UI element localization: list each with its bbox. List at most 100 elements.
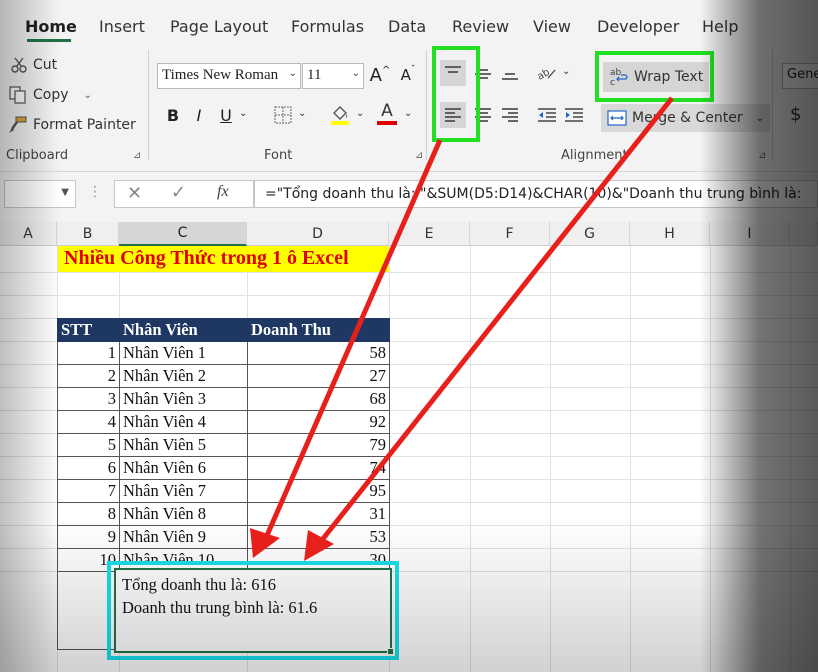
cell-doanh-thu[interactable]: 92 (247, 410, 390, 434)
chevron-down-icon[interactable]: ⌄ (356, 108, 364, 119)
tab-home[interactable]: Home (25, 17, 77, 36)
underline-button[interactable]: U (213, 102, 239, 128)
chevron-down-icon[interactable]: ⌄ (562, 66, 570, 77)
copy-button[interactable]: Copy ⌄ (8, 86, 92, 104)
data-table: STT Nhân Viên Doanh Thu 1 Nhân Viên 1 58 2… (57, 318, 390, 572)
number-format-value: Gene (787, 67, 818, 82)
cell-nhan-vien[interactable]: Nhân Viên 3 (119, 387, 248, 411)
chevron-down-icon[interactable]: ⌄ (239, 108, 247, 119)
merge-cells-icon (607, 110, 627, 126)
font-color-button[interactable]: A (374, 100, 400, 126)
align-right-button[interactable] (497, 102, 523, 128)
cell-doanh-thu[interactable]: 27 (247, 364, 390, 388)
dialog-launcher-icon[interactable]: ⊿ (415, 150, 423, 161)
chevron-down-icon[interactable]: ⌄ (298, 108, 306, 119)
column-header-g[interactable]: G (550, 222, 630, 246)
format-painter-button[interactable]: Format Painter (8, 116, 136, 134)
cell-stt[interactable]: 5 (57, 433, 120, 457)
cell-doanh-thu[interactable]: 74 (247, 456, 390, 480)
increase-font-size-button[interactable]: A ^ (367, 62, 393, 88)
cell-nhan-vien[interactable]: Nhân Viên 5 (119, 433, 248, 457)
bottom-align-button[interactable] (497, 60, 523, 86)
name-box[interactable]: ▼ (4, 180, 76, 208)
font-increase-icon: A (369, 64, 382, 86)
header-doanh-thu[interactable]: Doanh Thu (247, 318, 390, 342)
cell-nhan-vien[interactable]: Nhân Viên 2 (119, 364, 248, 388)
fill-color-button[interactable] (327, 102, 353, 128)
tab-developer[interactable]: Developer (597, 17, 679, 36)
cell-stt[interactable]: 7 (57, 479, 120, 503)
header-nhan-vien[interactable]: Nhân Viên (119, 318, 248, 342)
chevron-down-icon: ⌄ (288, 68, 297, 79)
font-color-icon: A (381, 101, 393, 121)
sheet-title[interactable]: Nhiều Công Thức trong 1 ô Excel (58, 246, 389, 272)
chevron-down-icon[interactable]: ⌄ (404, 108, 412, 119)
cell-stt[interactable]: 3 (57, 387, 120, 411)
cell-stt[interactable]: 4 (57, 410, 120, 434)
chevron-down-icon[interactable]: ⌄ (84, 90, 92, 101)
decrease-font-size-button[interactable]: Aˇ (395, 62, 421, 88)
cell-nhan-vien[interactable]: Nhân Viên 8 (119, 502, 248, 526)
column-header-d[interactable]: D (247, 222, 389, 246)
cell-nhan-vien[interactable]: Nhân Viên 4 (119, 410, 248, 434)
cell-stt[interactable]: 1 (57, 341, 120, 365)
copy-label: Copy (33, 87, 69, 103)
borders-button[interactable] (270, 102, 296, 128)
column-header-e[interactable]: E (389, 222, 470, 246)
underline-icon: U (220, 105, 232, 125)
tab-review[interactable]: Review (452, 17, 509, 36)
increase-indent-button[interactable] (561, 102, 587, 128)
insert-function-button[interactable]: fx (217, 183, 229, 201)
column-header-b[interactable]: B (57, 222, 119, 246)
column-header-next[interactable] (790, 222, 818, 246)
italic-button[interactable]: I (186, 102, 212, 128)
column-header-c[interactable]: C (119, 222, 247, 246)
confirm-icon[interactable]: ✓ (171, 182, 186, 203)
column-header-f[interactable]: F (470, 222, 550, 246)
font-size-select[interactable]: 11 ⌄ (302, 63, 364, 89)
cell-doanh-thu[interactable]: 79 (247, 433, 390, 457)
tab-formulas[interactable]: Formulas (291, 17, 364, 36)
tab-page-layout[interactable]: Page Layout (170, 17, 268, 36)
cell-doanh-thu[interactable]: 53 (247, 525, 390, 549)
cell-doanh-thu[interactable]: 68 (247, 387, 390, 411)
header-stt[interactable]: STT (57, 318, 120, 342)
cell-stt[interactable]: 8 (57, 502, 120, 526)
font-name-select[interactable]: Times New Roman ⌄ (157, 63, 301, 89)
increase-indent-icon (564, 107, 584, 123)
cell-nhan-vien[interactable]: Nhân Viên 1 (119, 341, 248, 365)
cell-nhan-vien[interactable]: Nhân Viên 9 (119, 525, 248, 549)
orientation-button[interactable]: ab (534, 60, 560, 86)
cell-stt[interactable]: 9 (57, 525, 120, 549)
accounting-format-button[interactable]: $ (790, 104, 801, 125)
decrease-indent-button[interactable] (534, 102, 560, 128)
cell-stt[interactable]: 6 (57, 456, 120, 480)
cell-stt[interactable]: 2 (57, 364, 120, 388)
cell-nhan-vien[interactable]: Nhân Viên 6 (119, 456, 248, 480)
cell-doanh-thu[interactable]: 58 (247, 341, 390, 365)
tab-data[interactable]: Data (388, 17, 426, 36)
dialog-launcher-icon[interactable]: ⊿ (133, 150, 141, 161)
number-format-select[interactable]: Gene (782, 63, 818, 89)
column-header-i[interactable]: I (710, 222, 790, 246)
align-right-icon (501, 107, 519, 123)
chevron-down-icon[interactable]: ⌄ (756, 113, 764, 124)
cell-doanh-thu[interactable]: 95 (247, 479, 390, 503)
ribbon-tab-bar: Home Insert Page Layout Formulas Data Re… (0, 0, 818, 42)
dialog-launcher-icon[interactable]: ⊿ (758, 150, 766, 161)
table-row: 8 Nhân Viên 8 31 (57, 502, 390, 526)
tab-insert[interactable]: Insert (99, 17, 145, 36)
cancel-icon[interactable]: ✕ (127, 183, 142, 204)
tab-view[interactable]: View (533, 17, 571, 36)
column-header-a[interactable]: A (0, 222, 57, 246)
merge-center-button[interactable]: Merge & Center ⌄ (601, 104, 771, 132)
column-header-h[interactable]: H (630, 222, 710, 246)
tab-help[interactable]: Help (702, 17, 738, 36)
cell-nhan-vien[interactable]: Nhân Viên 7 (119, 479, 248, 503)
formula-input[interactable]: ="Tổng doanh thu là: "&SUM(D5:D14)&CHAR(… (254, 180, 818, 208)
drag-handle-icon[interactable]: ⋮ (88, 184, 102, 200)
group-divider (772, 50, 773, 160)
cell-doanh-thu[interactable]: 31 (247, 502, 390, 526)
cut-button[interactable]: Cut (10, 56, 57, 74)
bold-button[interactable]: B (160, 102, 186, 128)
